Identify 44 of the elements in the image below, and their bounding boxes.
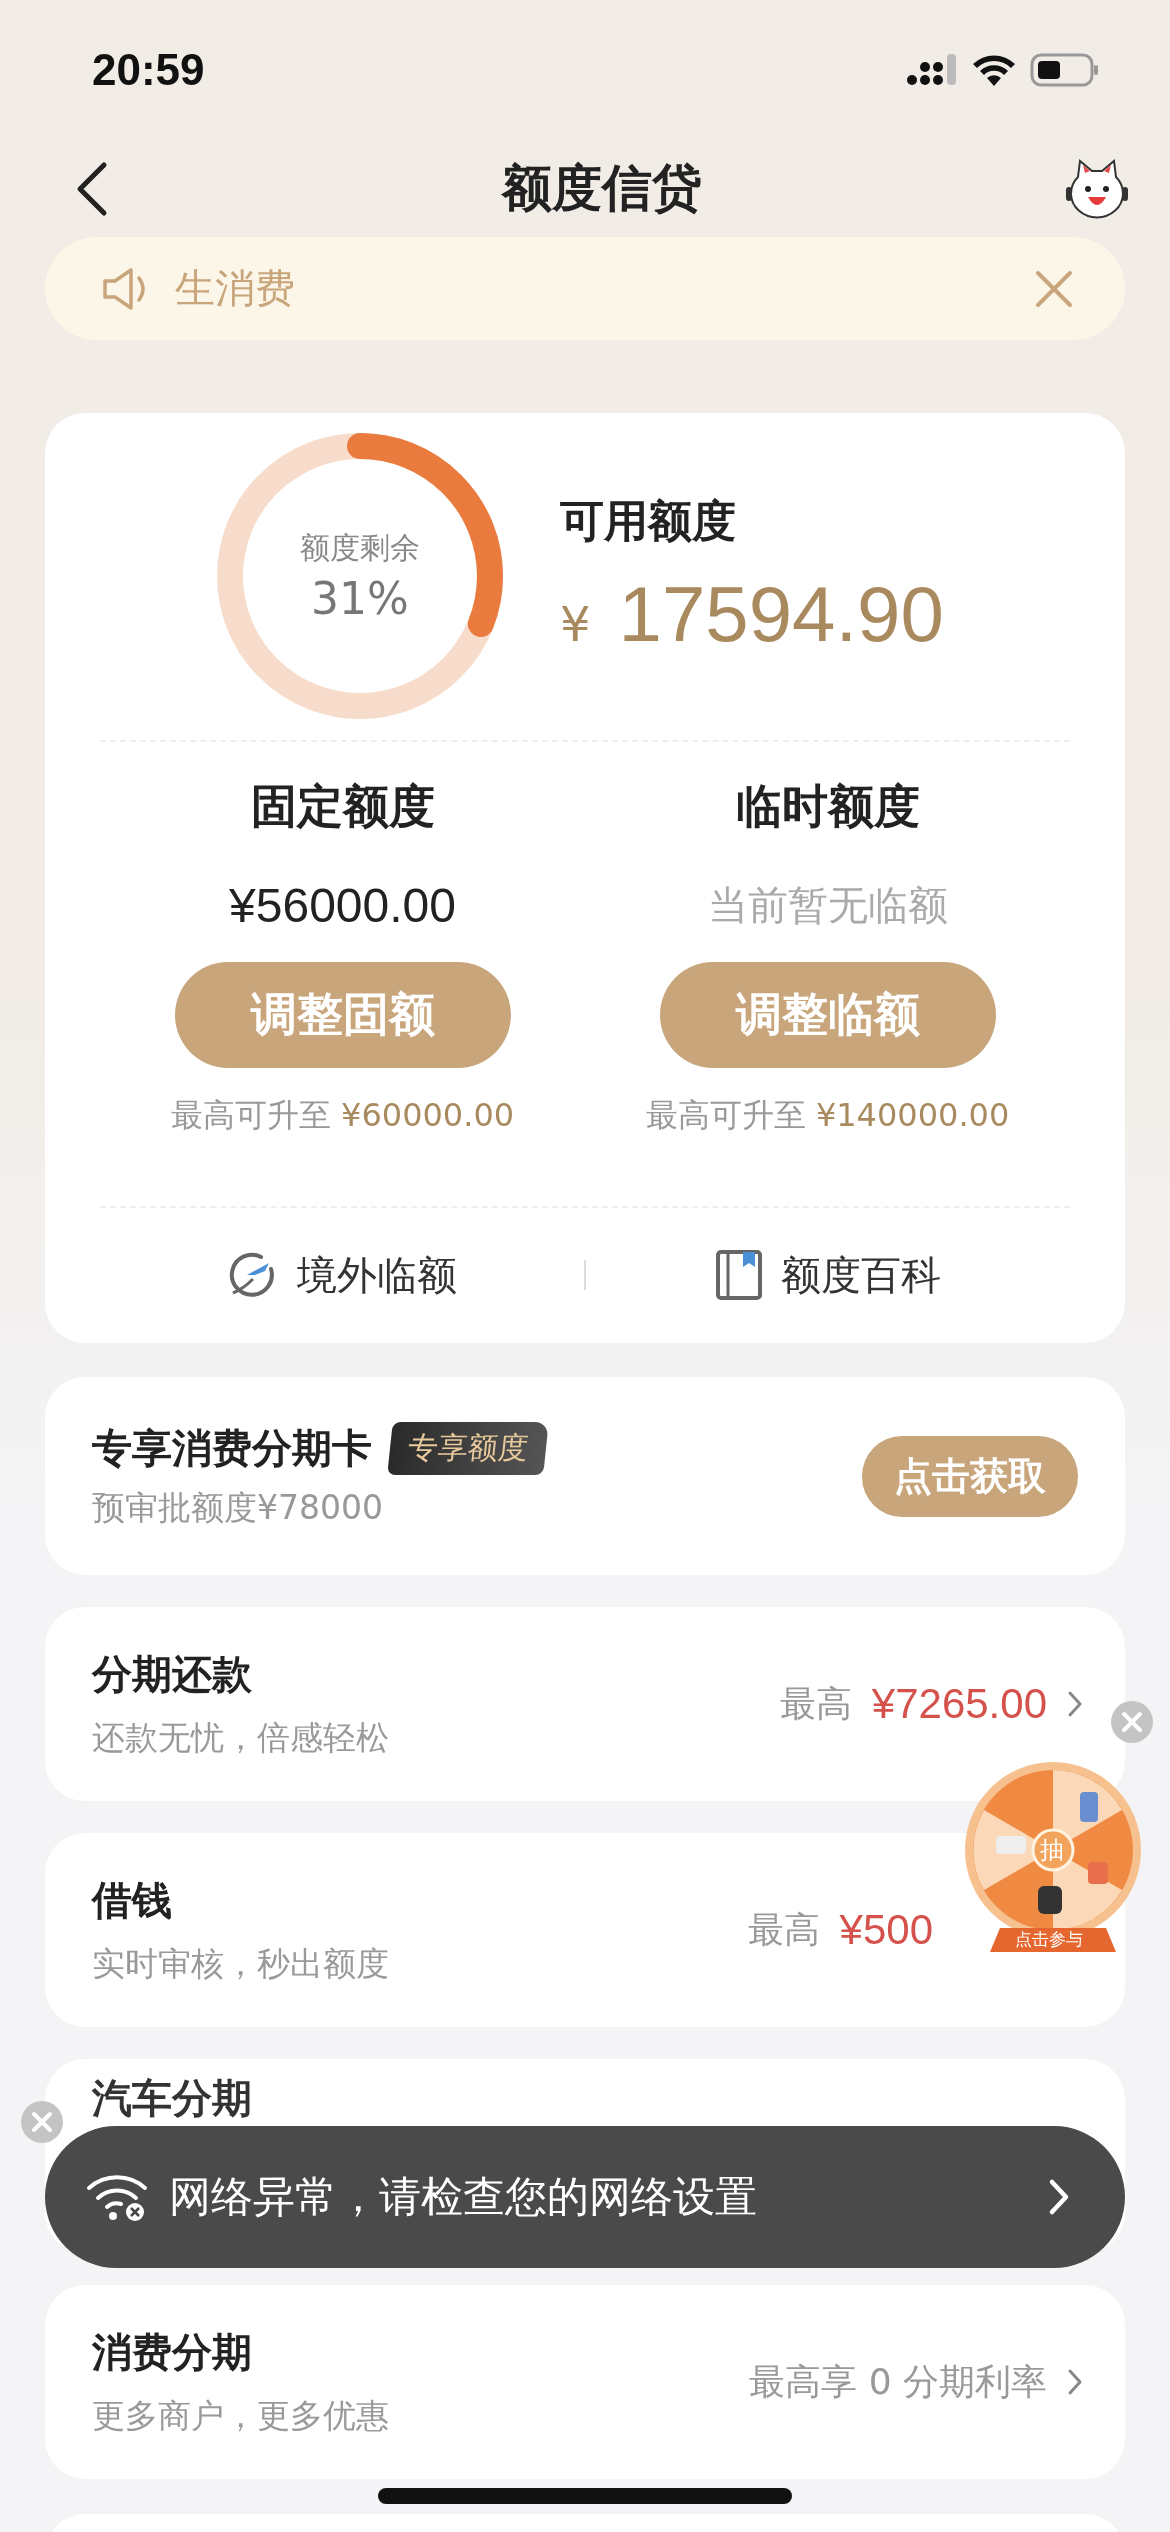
service-card[interactable]: 消费分期 更多商户，更多优惠 最高享 0 分期利率 <box>45 2285 1125 2479</box>
toast-message: 网络异常，请检查您的网络设置 <box>169 2171 758 2223</box>
wheel-caption: 点击参与 <box>1015 1928 1083 1951</box>
value-prefix: 最高 <box>747 1907 820 1952</box>
network-toast[interactable]: 网络异常，请检查您的网络设置 <box>45 2126 1125 2268</box>
quota-amount: ¥56000.00 <box>229 878 456 934</box>
service-note: 最高享 0 分期利率 <box>749 2359 1047 2404</box>
chevron-icon <box>1067 1690 1083 1718</box>
quota-title: 固定额度 <box>250 778 435 835</box>
book-icon[interactable] <box>715 1249 763 1301</box>
promo-subtitle: 预审批额度¥78000 <box>92 1487 384 1529</box>
signal-icon <box>906 53 958 87</box>
wheel-center-label: 抽 <box>1040 1835 1064 1866</box>
max-limit-text: 最高可升至 ¥140000.00 <box>645 1095 1010 1136</box>
available-amount: 17594.90 <box>618 568 944 660</box>
ring-percent: 31% <box>311 572 409 624</box>
notice-text: 生消费 <box>175 264 296 313</box>
max-amount: ¥500 <box>839 1906 933 1954</box>
service-subtitle: 更多商户，更多优惠 <box>92 2395 389 2437</box>
quota-title: 临时额度 <box>735 778 920 835</box>
available-label: 可用额度 <box>560 493 737 548</box>
max-limit-text: 最高可升至 ¥60000.00 <box>170 1095 515 1136</box>
service-title: 分期还款 <box>92 1650 253 1699</box>
max-amount: ¥7265.00 <box>871 1680 1047 1728</box>
service-card[interactable]: 分期还款 还款无忧，倍感轻松 最高 ¥7265.00 <box>45 1607 1125 1801</box>
cat-mascot-icon[interactable] <box>1064 158 1130 219</box>
service-title: 借钱 <box>92 1876 173 1925</box>
service-subtitle: 实时审核，秒出额度 <box>92 1943 389 1985</box>
status-time: 20:59 <box>92 45 205 95</box>
currency-symbol: ¥ <box>560 595 591 652</box>
quota-amount: 当前暂无临额 <box>707 881 948 930</box>
promo-title: 专享消费分期卡 <box>92 1424 372 1473</box>
service-title: 汽车分期 <box>92 2074 252 2123</box>
link-label[interactable]: 境外临额 <box>297 1247 457 1303</box>
promo-tag: 专享额度 <box>387 1422 549 1475</box>
value-prefix: 最高 <box>779 1681 852 1726</box>
battery-icon <box>1030 52 1100 88</box>
service-subtitle: 还款无忧，倍感轻松 <box>92 1717 389 1759</box>
link-label[interactable]: 额度百科 <box>781 1247 941 1303</box>
service-title: 消费分期 <box>92 2328 253 2377</box>
chevron-icon <box>1048 2178 1070 2216</box>
page-title: 额度信贷 <box>500 158 703 219</box>
ring-label: 额度剩余 <box>300 528 420 567</box>
chevron-icon <box>1067 2368 1083 2396</box>
